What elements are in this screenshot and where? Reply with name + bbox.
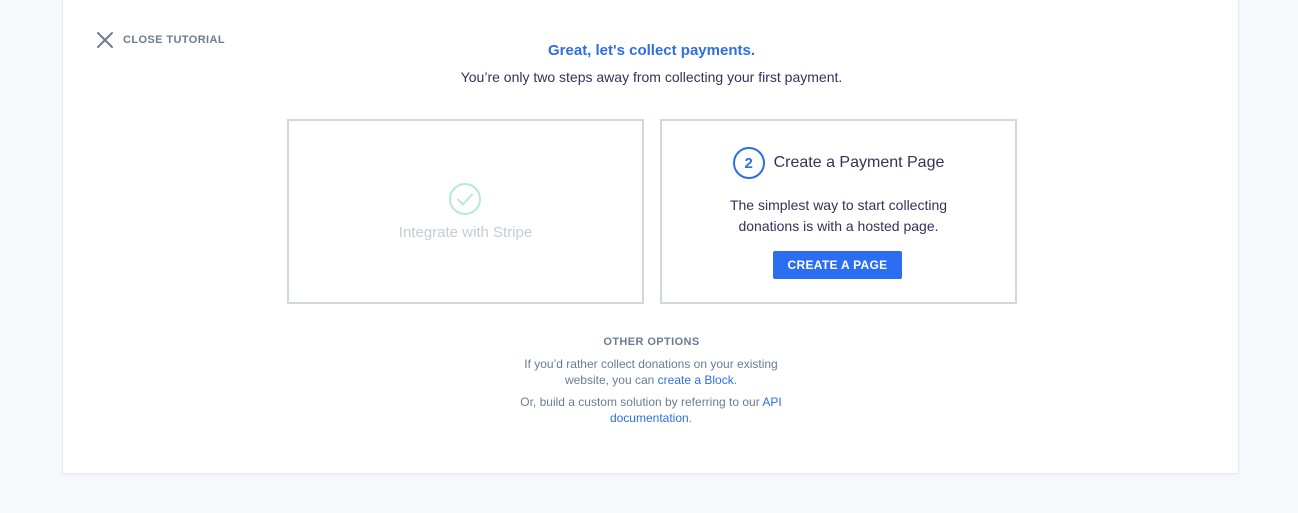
api-text-suffix: . (688, 411, 693, 425)
create-block-link[interactable]: create a Block (658, 373, 734, 387)
block-text-suffix: . (733, 373, 738, 387)
page-title: Great, let's collect payments. (548, 42, 755, 59)
step-number-badge: 2 (732, 147, 765, 179)
other-options-block-text: If you’d rather collect donations on you… (501, 356, 801, 388)
step-title: Create a Payment Page (773, 154, 945, 171)
step-create-payment-page: 2 Create a Payment Page The simplest way… (660, 119, 1017, 304)
step-integrate-label: Integrate with Stripe (398, 224, 533, 241)
step-integrate-stripe: Integrate with Stripe (287, 119, 644, 304)
api-text-prefix: Or, build a custom solution by referring… (520, 395, 763, 409)
step-description: The simplest way to start collecting don… (729, 197, 948, 234)
page-subtitle: You’re only two steps away from collecti… (460, 69, 843, 85)
tutorial-card: CLOSE TUTORIAL Great, let's collect paym… (62, 0, 1239, 474)
other-options-heading: OTHER OPTIONS (603, 336, 700, 348)
create-page-button[interactable]: CREATE A PAGE (773, 251, 902, 279)
block-text-prefix: If you’d rather collect donations on you… (524, 357, 778, 387)
step-header: 2 Create a Payment Page (662, 147, 1015, 179)
other-options-api-text: Or, build a custom solution by referring… (501, 394, 801, 426)
